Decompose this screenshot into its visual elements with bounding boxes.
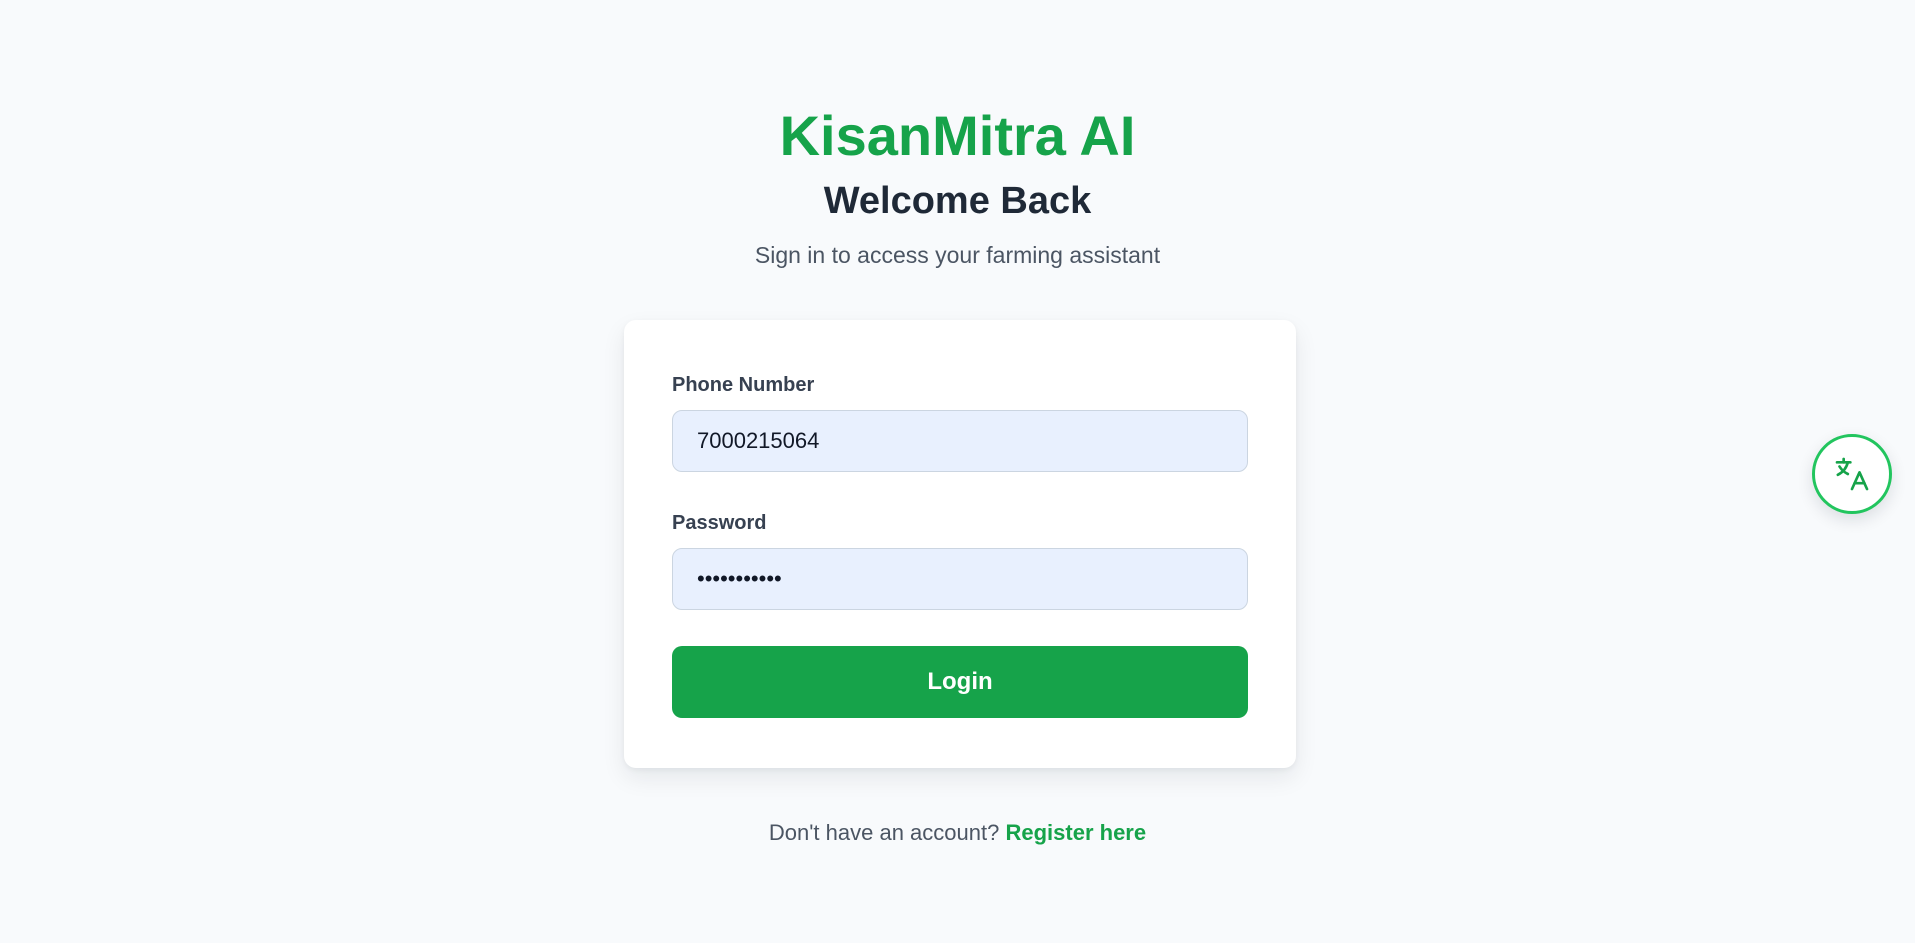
translate-icon: [1832, 454, 1872, 494]
phone-field-group: Phone Number: [672, 372, 1248, 472]
register-link[interactable]: Register here: [1005, 820, 1146, 845]
password-input[interactable]: [672, 548, 1248, 610]
password-label: Password: [672, 512, 767, 534]
register-prompt-text: Don't have an account?: [768, 820, 1000, 845]
register-prompt: Don't have an account? Register here: [0, 818, 1915, 848]
page-title: Welcome Back: [823, 180, 1092, 222]
translate-button[interactable]: [1812, 434, 1892, 514]
brand-title: KisanMitra AI: [779, 104, 1136, 167]
password-field-group: Password: [672, 510, 1248, 610]
login-card: Phone Number Password Login: [624, 320, 1296, 768]
login-button[interactable]: Login: [672, 646, 1248, 718]
phone-label: Phone Number: [672, 374, 815, 396]
phone-input[interactable]: [672, 410, 1248, 472]
page-subtitle: Sign in to access your farming assistant: [754, 242, 1161, 268]
login-page: KisanMitra AI Welcome Back Sign in to ac…: [0, 0, 1915, 943]
page-header: KisanMitra AI Welcome Back Sign in to ac…: [0, 100, 1915, 270]
